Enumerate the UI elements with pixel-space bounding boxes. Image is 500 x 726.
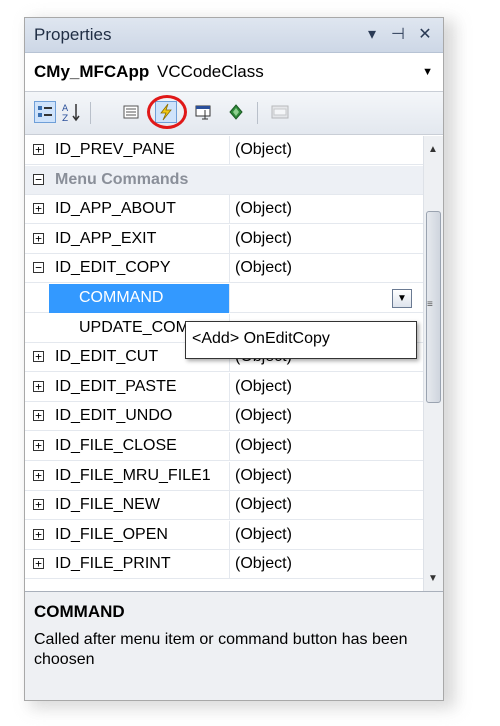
close-icon[interactable]: ✕ (415, 24, 435, 44)
property-name: ID_PREV_PANE (55, 141, 175, 158)
property-row[interactable]: + ID_FILE_NEW (Object) (25, 491, 423, 521)
object-type: VCCodeClass (157, 62, 264, 81)
property-row[interactable]: + ID_APP_EXIT (Object) (25, 224, 423, 254)
overrides-icon[interactable] (225, 101, 247, 123)
column-divider (229, 432, 230, 461)
object-name: CMy_MFCApp (34, 62, 150, 81)
property-name: COMMAND (79, 289, 164, 306)
scroll-down-icon[interactable]: ▼ (428, 573, 438, 584)
property-value[interactable]: (Object) (235, 378, 292, 396)
window-title: Properties (34, 25, 112, 44)
expand-icon[interactable]: + (33, 469, 44, 481)
collapse-icon[interactable]: − (33, 173, 44, 185)
property-row[interactable]: + ID_EDIT_UNDO (Object) (25, 402, 423, 432)
column-divider (229, 136, 230, 165)
column-divider (229, 461, 230, 491)
expand-icon[interactable]: + (33, 144, 44, 155)
property-row[interactable]: + ID_FILE_PRINT (Object) (25, 550, 423, 580)
property-name: ID_EDIT_PASTE (55, 377, 177, 395)
property-name: ID_EDIT_UNDO (55, 407, 173, 425)
column-divider (229, 402, 230, 432)
column-divider (229, 284, 230, 313)
property-row[interactable]: COMMAND ▼ (25, 284, 423, 313)
property-value[interactable]: (Object) (235, 407, 292, 425)
property-value[interactable]: (Object) (235, 526, 292, 544)
alphabetical-icon[interactable]: AZ (60, 101, 82, 123)
property-row[interactable]: + ID_EDIT_PASTE (Object) (25, 372, 423, 402)
expand-icon[interactable]: + (33, 410, 44, 422)
chevron-down-icon[interactable]: ▼ (422, 66, 433, 78)
properties-icon[interactable] (120, 101, 142, 123)
property-value[interactable]: (Object) (235, 437, 292, 455)
expand-icon[interactable]: + (33, 351, 44, 363)
property-row[interactable]: + ID_PREV_PANE (Object) (25, 136, 423, 165)
column-divider (229, 372, 230, 402)
property-value[interactable]: (Object) (235, 555, 292, 573)
window-menu-icon[interactable]: ▾ (362, 24, 382, 44)
column-divider (229, 550, 230, 580)
property-row[interactable]: + ID_FILE_MRU_FILE1 (Object) (25, 461, 423, 491)
toolbar-separator (257, 102, 258, 124)
property-value[interactable]: (Object) (235, 230, 292, 248)
categorized-icon[interactable] (34, 101, 56, 123)
toolbar-separator (90, 102, 91, 124)
property-name: ID_FILE_MRU_FILE1 (55, 466, 211, 484)
property-row[interactable]: + ID_FILE_OPEN (Object) (25, 520, 423, 550)
property-name: ID_FILE_OPEN (55, 525, 168, 543)
properties-toolbar: AZ (25, 92, 443, 135)
expand-icon[interactable]: + (33, 440, 44, 451)
property-name: Menu Commands (55, 170, 189, 188)
dropdown-option-add-handler[interactable]: <Add> OnEditCopy (192, 330, 330, 348)
property-name: ID_FILE_PRINT (55, 555, 171, 573)
properties-window: Properties ▾ ⊣ ✕ CMy_MFCApp VCCodeClass … (24, 17, 444, 701)
thumb-grip-icon: ≡ (427, 299, 433, 310)
scroll-up-icon[interactable]: ▲ (428, 144, 438, 155)
title-bar: Properties ▾ ⊣ ✕ (25, 18, 443, 53)
property-name: ID_EDIT_COPY (55, 259, 171, 277)
property-row[interactable]: − ID_EDIT_COPY (Object) (25, 254, 423, 284)
svg-text:Z: Z (62, 114, 68, 122)
column-divider (229, 491, 230, 521)
property-row[interactable]: + ID_APP_ABOUT (Object) (25, 195, 423, 225)
object-selector[interactable]: CMy_MFCApp VCCodeClass ▼ (25, 53, 443, 92)
column-divider (229, 224, 230, 254)
description-text: Called after menu item or command button… (34, 631, 408, 668)
expand-icon[interactable]: + (33, 528, 44, 540)
vertical-scrollbar[interactable]: ▲ ≡ ▼ (423, 136, 443, 591)
property-value[interactable]: (Object) (235, 200, 292, 218)
events-highlight-circle (147, 95, 187, 129)
property-name: ID_EDIT_CUT (55, 348, 159, 366)
property-value[interactable]: (Object) (235, 467, 292, 485)
property-name: ID_APP_ABOUT (55, 200, 176, 218)
description-title: COMMAND (34, 602, 125, 621)
property-value[interactable]: (Object) (235, 259, 292, 277)
column-divider (229, 520, 230, 550)
description-pane: COMMAND Called after menu item or comman… (25, 591, 443, 700)
value-dropdown-button[interactable]: ▼ (392, 289, 412, 308)
property-value[interactable]: (Object) (235, 141, 292, 159)
expand-icon[interactable]: + (33, 203, 44, 215)
column-divider (229, 254, 230, 284)
property-grid: + ID_PREV_PANE (Object) − Menu Commands + ID_A… (25, 136, 423, 591)
expand-icon[interactable]: + (33, 558, 44, 570)
expand-icon[interactable]: + (33, 232, 44, 244)
property-name: ID_FILE_NEW (55, 496, 160, 514)
column-divider (229, 195, 230, 225)
category-row[interactable]: − Menu Commands (25, 165, 423, 195)
collapse-icon[interactable]: − (33, 262, 44, 274)
expand-icon[interactable]: + (33, 499, 44, 511)
svg-text:A: A (62, 104, 69, 114)
property-value[interactable]: (Object) (235, 496, 292, 514)
expand-icon[interactable]: + (33, 380, 44, 392)
property-row[interactable]: + ID_FILE_CLOSE (Object) (25, 432, 423, 461)
pin-icon[interactable]: ⊣ (388, 24, 408, 44)
messages-icon[interactable] (193, 101, 215, 123)
property-name: ID_APP_EXIT (55, 229, 157, 247)
event-handler-dropdown: <Add> OnEditCopy (185, 321, 417, 359)
property-pages-icon[interactable] (269, 101, 291, 123)
property-name: ID_FILE_CLOSE (55, 437, 177, 454)
